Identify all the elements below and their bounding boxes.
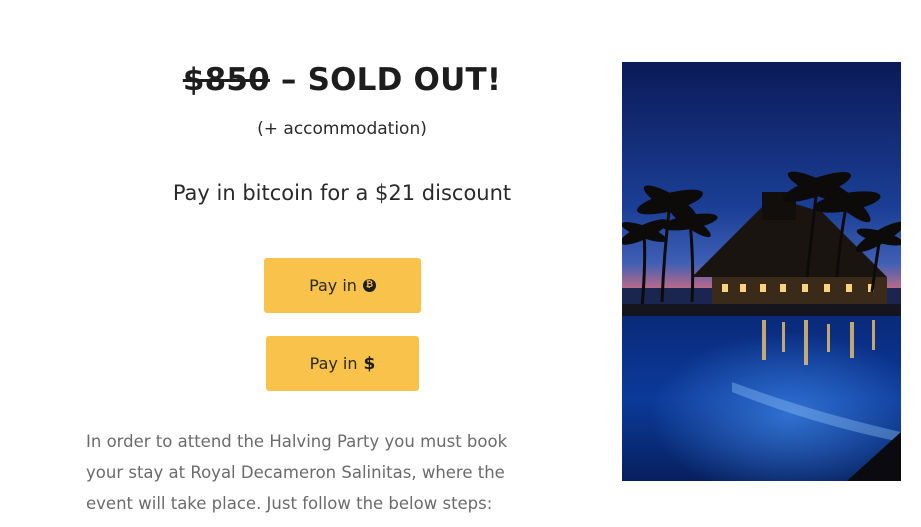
ticket-page: $850 – SOLD OUT! (+ accommodation) Pay i… xyxy=(0,0,921,527)
old-price: $850 xyxy=(182,62,270,98)
resort-pool-at-dusk-image xyxy=(622,62,901,481)
pay-btc-label: Pay in xyxy=(309,276,357,295)
pay-in-dollars-button[interactable]: Pay in $ xyxy=(266,336,419,391)
accommodation-note: (+ accommodation) xyxy=(257,119,427,139)
instructions-paragraph: In order to attend the Halving Party you… xyxy=(86,426,526,519)
price-heading: $850 – SOLD OUT! xyxy=(130,62,554,98)
pay-usd-label: Pay in xyxy=(309,354,358,373)
pay-in-bitcoin-button[interactable]: Pay in ₿ xyxy=(264,258,421,313)
bitcoin-icon: ₿ xyxy=(362,279,376,292)
bitcoin-discount-text: Pay in bitcoin for a $21 discount xyxy=(172,181,512,205)
dollar-icon: $ xyxy=(363,353,376,374)
sold-out-label: – SOLD OUT! xyxy=(269,62,502,98)
instructions-line: In order to attend the Halving Party you… xyxy=(86,432,508,451)
instructions-line: your stay at Royal Decameron Salinitas, … xyxy=(86,463,505,482)
instructions-line: event will take place. Just follow the b… xyxy=(86,494,493,513)
